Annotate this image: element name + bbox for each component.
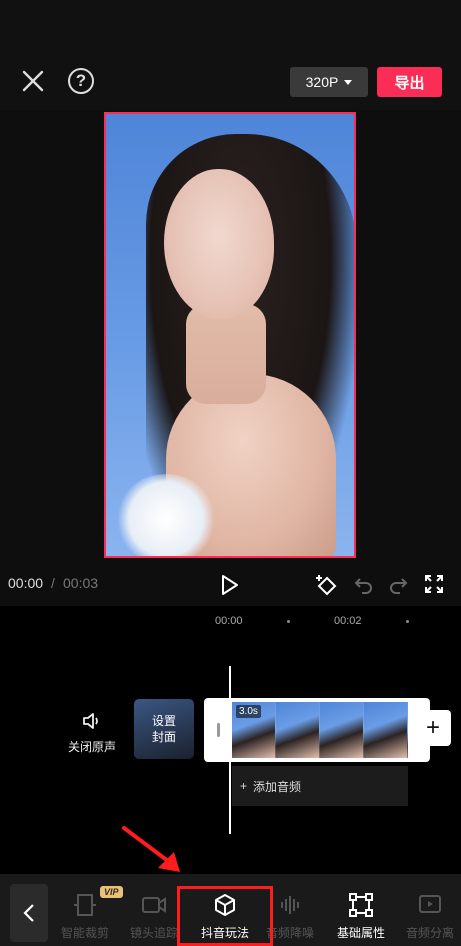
tool-label: 镜头追踪 (129, 926, 178, 940)
undo-icon[interactable] (354, 575, 374, 595)
plus-icon: + (240, 779, 248, 793)
cover-label: 设置 封面 (151, 714, 176, 744)
annotation-arrow (122, 826, 180, 872)
current-time: 00:00 (8, 575, 44, 591)
annotation-highlight-box (177, 886, 273, 946)
vip-badge: VIP (100, 886, 123, 898)
tool-label: 音频降噪 (265, 926, 314, 940)
caret-down-icon (344, 79, 353, 85)
tool-label: 基础属性 (336, 926, 385, 940)
preview-image (106, 114, 354, 556)
export-button[interactable]: 导出 (377, 67, 442, 97)
time-ruler[interactable]: 00:00 00:02 (0, 606, 461, 636)
playback-controls: 00:00 / 00:03 (0, 566, 461, 606)
noise-reduction-icon (281, 896, 299, 914)
fullscreen-icon[interactable] (424, 574, 444, 594)
chevron-left-icon (23, 904, 34, 922)
timeline-editor: 00:00 00:02 关闭原声 设置 封面 3.0s + + 添加音频 (0, 606, 461, 874)
clip-trim-handle[interactable] (204, 698, 232, 762)
ruler-tick (287, 620, 290, 623)
time-separator: / (51, 575, 55, 591)
close-icon[interactable] (20, 68, 46, 94)
tool-smart-crop[interactable]: 智能裁剪 (53, 892, 117, 944)
tool-label: 音频分离 (405, 926, 454, 940)
mute-label: 关闭原声 (67, 740, 116, 754)
clip-duration: 3.0s (236, 705, 261, 718)
ruler-tick (406, 620, 409, 623)
play-icon[interactable] (220, 574, 240, 596)
tool-basic-properties[interactable]: 基础属性 (329, 892, 393, 944)
resolution-dropdown[interactable]: 320P (290, 67, 368, 97)
tool-label: 智能裁剪 (60, 926, 109, 940)
playhead[interactable] (229, 666, 231, 834)
video-clip[interactable]: 3.0s (204, 698, 430, 762)
audio-split-icon (419, 895, 441, 913)
set-cover-button[interactable]: 设置 封面 (134, 699, 194, 759)
transform-icon (349, 893, 373, 917)
add-audio-label: 添加音频 (253, 779, 302, 794)
resolution-label: 320P (305, 74, 339, 90)
add-clip-button[interactable]: + (415, 710, 451, 746)
back-button[interactable] (10, 884, 48, 942)
speaker-icon (83, 713, 98, 729)
video-preview[interactable] (104, 112, 356, 558)
help-icon[interactable]: ? (68, 68, 94, 94)
add-audio-button[interactable]: + 添加音频 (232, 766, 408, 806)
ruler-label: 00:02 (334, 615, 362, 627)
total-time: 00:03 (63, 575, 99, 591)
mute-original-button[interactable]: 关闭原声 (60, 710, 124, 760)
tool-audio-separation[interactable]: 音频分离 (398, 892, 461, 944)
top-bar: ? 320P 导出 (0, 0, 461, 110)
keyframe-icon[interactable] (314, 572, 340, 598)
redo-icon[interactable] (388, 575, 408, 595)
camera-track-icon (142, 897, 166, 913)
crop-icon (74, 894, 96, 916)
ruler-label: 00:00 (215, 615, 243, 627)
